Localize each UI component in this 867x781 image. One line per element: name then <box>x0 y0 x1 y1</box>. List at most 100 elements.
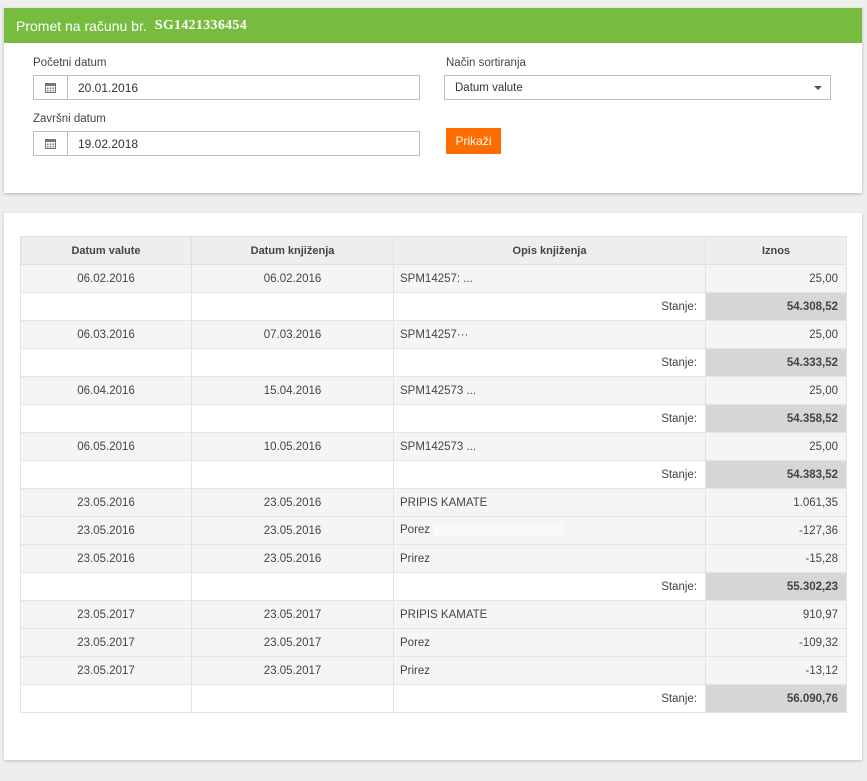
value-date-cell: 23.05.2016 <box>20 544 192 573</box>
table-row: 06.03.2016 07.03.2016 SPM14257··· 25,00 <box>20 320 847 349</box>
booking-date-cell: 23.05.2016 <box>191 516 394 545</box>
description-text: Porez <box>400 636 431 649</box>
balance-amount: 54.358,52 <box>705 404 847 433</box>
account-number: SG1421336454 <box>154 17 248 33</box>
empty-cell <box>20 684 192 713</box>
value-date-cell: 06.02.2016 <box>20 264 192 293</box>
booking-date-cell: 15.04.2016 <box>191 376 394 405</box>
value-date-cell: 23.05.2017 <box>20 600 192 629</box>
end-date-value[interactable]: 19.02.2018 <box>68 137 138 151</box>
end-date-field[interactable]: 19.02.2018 <box>33 131 420 156</box>
value-date-cell: 23.05.2017 <box>20 656 192 685</box>
amount-cell: 25,00 <box>705 264 847 293</box>
table-row: 23.05.2016 23.05.2016 Porez -127,36 <box>20 516 847 545</box>
chevron-down-icon <box>814 85 822 90</box>
column-header-description[interactable]: Opis knjiženja <box>393 236 706 265</box>
booking-date-cell: 07.03.2016 <box>191 320 394 349</box>
booking-date-cell: 23.05.2016 <box>191 488 394 517</box>
empty-cell <box>20 572 192 601</box>
description-text: SPM14257: ... <box>400 272 473 285</box>
empty-cell <box>191 460 394 489</box>
empty-cell <box>191 404 394 433</box>
calendar-icon[interactable] <box>34 76 68 99</box>
calendar-icon[interactable] <box>34 132 68 155</box>
empty-cell <box>191 292 394 321</box>
description-cell: Prirez <box>393 656 706 685</box>
description-cell: SPM142573 ... <box>393 376 706 405</box>
description-cell: Porez <box>393 628 706 657</box>
booking-date-cell: 23.05.2017 <box>191 656 394 685</box>
balance-label: Stanje: <box>393 404 706 433</box>
amount-cell: -127,36 <box>705 516 847 545</box>
sort-select[interactable]: Datum valute <box>444 75 831 100</box>
description-text: Prirez <box>400 552 431 565</box>
booking-date-cell: 23.05.2016 <box>191 544 394 573</box>
show-button[interactable]: Prikaži <box>446 128 501 154</box>
description-text: PRIPIS KAMATE <box>400 608 488 621</box>
column-header-value-date[interactable]: Datum valute <box>20 236 192 265</box>
description-cell: Prirez <box>393 544 706 573</box>
amount-cell: -109,32 <box>705 628 847 657</box>
start-date-field[interactable]: 20.01.2016 <box>33 75 420 100</box>
table-row: 23.05.2017 23.05.2017 Prirez -13,12 <box>20 656 847 685</box>
empty-cell <box>20 348 192 377</box>
description-text: SPM14257··· <box>400 328 469 341</box>
description-text: SPM142573 ... <box>400 384 477 397</box>
description-cell: Porez <box>393 516 706 545</box>
value-date-cell: 23.05.2016 <box>20 516 192 545</box>
amount-cell: -13,12 <box>705 656 847 685</box>
table-row: 06.02.2016 06.02.2016 SPM14257: ... 25,00 <box>20 264 847 293</box>
sort-label: Način sortiranja <box>446 57 526 69</box>
card-header: Promet na računu br. SG1421336454 <box>4 8 862 43</box>
description-text: PRIPIS KAMATE <box>400 496 488 509</box>
booking-date-cell: 10.05.2016 <box>191 432 394 461</box>
booking-date-cell: 23.05.2017 <box>191 628 394 657</box>
amount-cell: 25,00 <box>705 320 847 349</box>
description-text: Porez <box>400 524 431 537</box>
start-date-label: Početni datum <box>33 57 107 69</box>
table-row: 23.05.2017 23.05.2017 PRIPIS KAMATE 910,97 <box>20 600 847 629</box>
end-date-label: Završni datum <box>33 113 106 125</box>
table-row: 23.05.2017 23.05.2017 Porez -109,32 <box>20 628 847 657</box>
booking-date-cell: 06.02.2016 <box>191 264 394 293</box>
value-date-cell: 23.05.2016 <box>20 488 192 517</box>
value-date-cell: 06.03.2016 <box>20 320 192 349</box>
balance-amount: 55.302,23 <box>705 572 847 601</box>
value-date-cell: 06.05.2016 <box>20 432 192 461</box>
filter-card: Promet na računu br. SG1421336454 Početn… <box>4 8 862 193</box>
start-date-value[interactable]: 20.01.2016 <box>68 81 138 95</box>
table-row: 23.05.2016 23.05.2016 Prirez -15,28 <box>20 544 847 573</box>
balance-label: Stanje: <box>393 460 706 489</box>
table-row: 06.05.2016 10.05.2016 SPM142573 ... 25,00 <box>20 432 847 461</box>
amount-cell: 910,97 <box>705 600 847 629</box>
amount-cell: 25,00 <box>705 432 847 461</box>
redacted-area <box>434 524 565 537</box>
column-header-amount[interactable]: Iznos <box>705 236 847 265</box>
column-header-booking-date[interactable]: Datum knjiženja <box>191 236 394 265</box>
table-row: 06.04.2016 15.04.2016 SPM142573 ... 25,00 <box>20 376 847 405</box>
empty-cell <box>20 460 192 489</box>
balance-row: Stanje: 54.308,52 <box>20 292 847 321</box>
balance-amount: 56.090,76 <box>705 684 847 713</box>
balance-label: Stanje: <box>393 348 706 377</box>
balance-label: Stanje: <box>393 572 706 601</box>
description-text: SPM142573 ... <box>400 440 477 453</box>
empty-cell <box>191 572 394 601</box>
page-title: Promet na računu br. <box>16 17 147 34</box>
amount-cell: 1.061,35 <box>705 488 847 517</box>
balance-amount: 54.308,52 <box>705 292 847 321</box>
booking-date-cell: 23.05.2017 <box>191 600 394 629</box>
empty-cell <box>191 684 394 713</box>
value-date-cell: 23.05.2017 <box>20 628 192 657</box>
balance-label: Stanje: <box>393 684 706 713</box>
description-cell: PRIPIS KAMATE <box>393 600 706 629</box>
amount-cell: 25,00 <box>705 376 847 405</box>
empty-cell <box>20 404 192 433</box>
description-cell: SPM14257: ... <box>393 264 706 293</box>
balance-row: Stanje: 56.090,76 <box>20 684 847 713</box>
empty-cell <box>191 348 394 377</box>
sort-select-value: Datum valute <box>455 81 523 94</box>
balance-amount: 54.333,52 <box>705 348 847 377</box>
amount-cell: -15,28 <box>705 544 847 573</box>
transactions-table: Datum valute Datum knjiženja Opis knjiže… <box>20 236 847 713</box>
